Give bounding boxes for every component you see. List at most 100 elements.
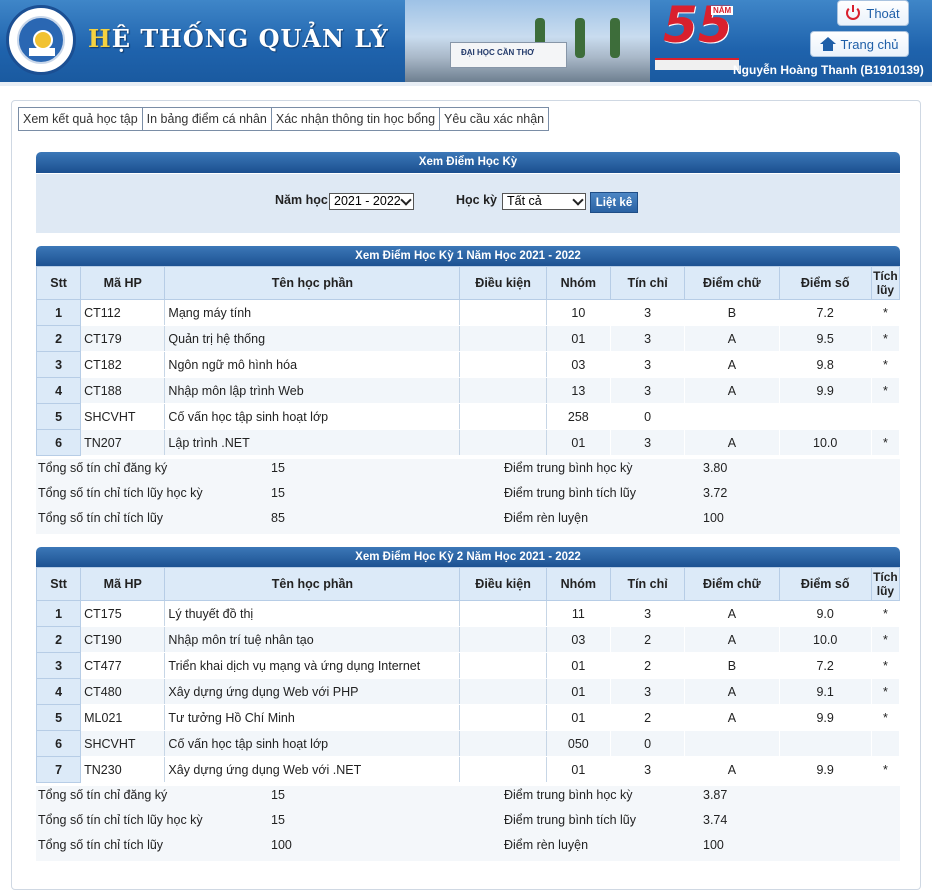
semester-1-summary: Tổng số tín chỉ đăng ký 15 Tổng số tín chỉ… (36, 459, 900, 534)
cell-score: 9.1 (778, 678, 872, 705)
tab-print-transcript[interactable]: In bảng điểm cá nhân (141, 107, 272, 131)
cell-acc: * (870, 626, 901, 653)
table-header: Stt Mã HP Tên học phần Điều kiện Nhóm Tín chỉ… (35, 266, 901, 300)
cell-name: Cố vấn học tập sinh hoạt lớp (164, 403, 461, 430)
site-header: HỆ THỐNG QUẢN LÝ ĐẠI HỌC CẦN THƠ 55 NĂM … (0, 0, 932, 86)
book-icon (29, 48, 55, 56)
summary-value-registered: 15 (271, 461, 285, 475)
semester-select[interactable]: Tất cả (502, 193, 586, 210)
cell-stt: 2 (35, 325, 82, 352)
summary-label-conduct: Điểm rèn luyện (504, 511, 589, 525)
cell-acc (870, 730, 901, 757)
gear-icon (33, 30, 53, 50)
cell-group: 01 (545, 652, 611, 679)
user-name: Nguyễn Hoàng Thanh (B1910139) (733, 63, 924, 77)
cell-credits: 3 (609, 351, 686, 378)
cell-code: CT182 (80, 351, 166, 378)
cell-stt: 2 (35, 626, 82, 653)
cell-code: CT190 (80, 626, 166, 653)
tab-confirm-request[interactable]: Yêu cầu xác nhận (439, 107, 550, 131)
power-icon (846, 5, 861, 20)
cell-score: 9.8 (778, 351, 872, 378)
column-header: Nhóm (545, 266, 611, 300)
table-row: 2 CT190 Nhập môn trí tuệ nhân tạo 03 2 A 10.0 * (35, 626, 901, 653)
cell-cond (459, 429, 547, 456)
cell-letter: B (684, 652, 780, 679)
table-row: 1 CT112 Mạng máy tính 10 3 B 7.2 * (35, 299, 901, 326)
chevron-down-icon (400, 194, 412, 206)
cell-cond (459, 704, 547, 731)
cell-score: 9.0 (778, 600, 872, 627)
semester-2-title: Xem Điểm Học Kỳ 2 Năm Học 2021 - 2022 (36, 547, 900, 568)
cell-name: Lý thuyết đồ thị (164, 600, 461, 627)
cell-code: CT112 (80, 299, 166, 326)
summary-value-gpa_cumulative: 3.72 (703, 486, 728, 500)
cell-code: TN207 (80, 429, 166, 456)
cell-cond (459, 678, 547, 705)
home-button[interactable]: Trang chủ (810, 31, 909, 57)
year-label: Năm học (275, 193, 328, 207)
cell-acc: * (870, 377, 901, 404)
cell-letter: A (684, 678, 780, 705)
gate-sign: ĐẠI HỌC CẦN THƠ (461, 48, 535, 57)
cell-group: 050 (545, 730, 611, 757)
summary-label-accumulated_term: Tổng số tín chỉ tích lũy học kỳ (38, 486, 203, 500)
campus-photo: ĐẠI HỌC CẦN THƠ (405, 0, 650, 82)
cell-group: 11 (545, 600, 611, 627)
column-header: Điều kiện (459, 266, 547, 300)
cell-name: Xây dựng ứng dụng Web với .NET (164, 756, 461, 783)
cell-credits: 2 (609, 626, 686, 653)
cell-code: SHCVHT (80, 403, 166, 430)
list-button[interactable]: Liệt kê (590, 192, 638, 213)
column-header: Nhóm (545, 567, 611, 601)
cell-name: Quản trị hệ thống (164, 325, 461, 352)
cell-credits: 3 (609, 299, 686, 326)
summary-value-accumulated: 100 (271, 838, 292, 852)
year-select[interactable]: 2021 - 2022 (329, 193, 414, 210)
column-header: Điều kiện (459, 567, 547, 601)
summary-value-accumulated_term: 15 (271, 813, 285, 827)
cell-name: Ngôn ngữ mô hình hóa (164, 351, 461, 378)
summary-value-gpa_term: 3.87 (703, 788, 728, 802)
summary-label-gpa_cumulative: Điểm trung bình tích lũy (504, 486, 637, 500)
cell-group: 01 (545, 429, 611, 456)
cell-name: Mạng máy tính (164, 299, 461, 326)
cell-score: 9.9 (778, 704, 872, 731)
summary-value-conduct: 100 (703, 838, 724, 852)
cell-acc: * (870, 325, 901, 352)
cell-cond (459, 652, 547, 679)
filter-panel-title: Xem Điểm Học Kỳ (36, 152, 900, 173)
cell-acc (870, 403, 901, 430)
cell-letter: A (684, 429, 780, 456)
cell-score (778, 730, 872, 757)
tab-view-results[interactable]: Xem kết quả học tập (18, 107, 143, 131)
summary-label-conduct: Điểm rèn luyện (504, 838, 589, 852)
column-header: Tín chỉ (609, 567, 686, 601)
cell-acc: * (870, 678, 901, 705)
semester-1-title: Xem Điểm Học Kỳ 1 Năm Học 2021 - 2022 (36, 246, 900, 267)
table-row: 4 CT188 Nhập môn lập trình Web 13 3 A 9.9 * (35, 377, 901, 404)
tab-scholarship-info[interactable]: Xác nhận thông tin học bổng (270, 107, 441, 131)
column-header: Stt (35, 567, 82, 601)
cell-name: Xây dựng ứng dụng Web với PHP (164, 678, 461, 705)
column-header: Điểm chữ (684, 567, 780, 601)
cell-group: 13 (545, 377, 611, 404)
cell-letter: A (684, 626, 780, 653)
cell-group: 01 (545, 704, 611, 731)
column-header: Tên học phần (164, 266, 461, 300)
summary-value-conduct: 100 (703, 511, 724, 525)
cell-acc: * (870, 600, 901, 627)
summary-label-accumulated: Tổng số tín chỉ tích lũy (38, 838, 164, 852)
summary-value-accumulated_term: 15 (271, 486, 285, 500)
home-icon (820, 37, 837, 51)
cell-stt: 5 (35, 704, 82, 731)
cell-code: CT179 (80, 325, 166, 352)
summary-label-gpa_cumulative: Điểm trung bình tích lũy (504, 813, 637, 827)
cell-stt: 1 (35, 600, 82, 627)
table-row: 5 ML021 Tư tưởng Hồ Chí Minh 01 2 A 9.9 * (35, 704, 901, 731)
column-header: Tích lũy (870, 266, 901, 300)
table-row: 3 CT182 Ngôn ngữ mô hình hóa 03 3 A 9.8 * (35, 351, 901, 378)
cell-group: 01 (545, 756, 611, 783)
table-row: 7 TN230 Xây dựng ứng dụng Web với .NET 01 3 A… (35, 756, 901, 783)
logout-button[interactable]: Thoát (837, 0, 909, 26)
